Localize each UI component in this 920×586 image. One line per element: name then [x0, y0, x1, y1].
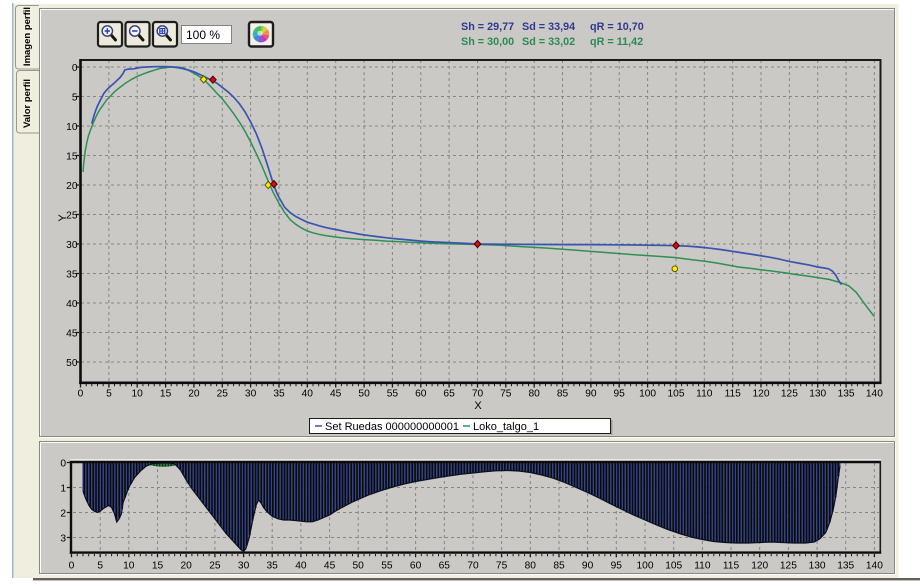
- svg-text:50: 50: [358, 389, 370, 400]
- svg-text:1: 1: [60, 483, 66, 494]
- svg-text:110: 110: [696, 389, 713, 400]
- svg-text:0: 0: [60, 458, 66, 469]
- svg-text:85: 85: [557, 389, 569, 400]
- svg-text:0: 0: [72, 63, 78, 74]
- svg-text:100: 100: [639, 389, 656, 400]
- svg-text:35: 35: [273, 389, 285, 400]
- svg-text:10: 10: [66, 122, 78, 133]
- svg-text:115: 115: [723, 561, 740, 572]
- svg-text:5: 5: [97, 561, 103, 572]
- svg-text:70: 70: [467, 561, 479, 572]
- svg-text:135: 135: [837, 561, 854, 572]
- svg-text:0: 0: [78, 389, 84, 400]
- svg-text:10: 10: [123, 561, 135, 572]
- svg-text:125: 125: [781, 389, 798, 400]
- svg-text:45: 45: [66, 328, 78, 339]
- svg-text:115: 115: [725, 389, 742, 400]
- svg-text:90: 90: [585, 389, 597, 400]
- svg-text:120: 120: [751, 561, 768, 572]
- svg-text:135: 135: [838, 389, 855, 400]
- svg-text:Sh = 29,77Sd = 33,94qR = 10,70: Sh = 29,77Sd = 33,94qR = 10,70: [461, 21, 644, 33]
- svg-text:65: 65: [439, 561, 451, 572]
- svg-text:60: 60: [410, 561, 422, 572]
- svg-text:45: 45: [324, 561, 336, 572]
- svg-text:80: 80: [529, 389, 541, 400]
- svg-text:Sh = 30,00Sd = 33,02qR = 11,42: Sh = 30,00Sd = 33,02qR = 11,42: [461, 36, 643, 48]
- svg-text:X: X: [474, 400, 482, 412]
- svg-text:15: 15: [152, 561, 164, 572]
- svg-text:75: 75: [496, 561, 508, 572]
- svg-text:20: 20: [188, 389, 200, 400]
- svg-text:50: 50: [66, 358, 78, 369]
- svg-text:40: 40: [66, 299, 78, 310]
- svg-text:20: 20: [66, 181, 78, 192]
- svg-text:105: 105: [665, 561, 682, 572]
- svg-text:140: 140: [866, 389, 883, 400]
- svg-text:5: 5: [72, 92, 78, 103]
- svg-text:35: 35: [66, 269, 78, 280]
- svg-text:70: 70: [472, 389, 484, 400]
- svg-text:5: 5: [106, 389, 112, 400]
- svg-text:25: 25: [217, 389, 229, 400]
- svg-text:130: 130: [809, 561, 826, 572]
- svg-text:45: 45: [330, 389, 342, 400]
- svg-text:15: 15: [160, 389, 172, 400]
- svg-text:40: 40: [302, 389, 314, 400]
- svg-text:Loko_talgo_1: Loko_talgo_1: [473, 421, 539, 433]
- svg-text:95: 95: [611, 561, 623, 572]
- svg-text:3: 3: [60, 533, 66, 544]
- svg-text:40: 40: [295, 561, 307, 572]
- svg-text:20: 20: [181, 561, 193, 572]
- svg-text:105: 105: [668, 389, 685, 400]
- svg-text:50: 50: [353, 561, 365, 572]
- svg-text:Y: Y: [57, 214, 69, 222]
- svg-text:110: 110: [694, 561, 711, 572]
- svg-text:30: 30: [238, 561, 250, 572]
- svg-text:Set Ruedas 000000000001: Set Ruedas 000000000001: [325, 421, 459, 433]
- svg-text:80: 80: [525, 561, 537, 572]
- svg-text:100 %: 100 %: [186, 28, 220, 42]
- svg-text:95: 95: [614, 389, 626, 400]
- svg-text:65: 65: [443, 389, 455, 400]
- svg-text:125: 125: [780, 561, 797, 572]
- svg-text:55: 55: [387, 389, 399, 400]
- svg-text:10: 10: [132, 389, 144, 400]
- svg-text:35: 35: [267, 561, 279, 572]
- svg-text:85: 85: [553, 561, 565, 572]
- svg-text:Valor perfil: Valor perfil: [22, 79, 33, 128]
- svg-text:140: 140: [866, 561, 883, 572]
- svg-text:30: 30: [66, 240, 78, 251]
- svg-text:75: 75: [500, 389, 512, 400]
- svg-text:2: 2: [60, 508, 66, 519]
- svg-text:90: 90: [582, 561, 594, 572]
- svg-text:100: 100: [637, 561, 654, 572]
- svg-text:30: 30: [245, 389, 257, 400]
- svg-text:Imagen perfil: Imagen perfil: [22, 7, 33, 66]
- svg-text:0: 0: [69, 561, 75, 572]
- svg-text:25: 25: [209, 561, 221, 572]
- svg-text:15: 15: [66, 151, 78, 162]
- svg-text:130: 130: [809, 389, 826, 400]
- svg-text:60: 60: [415, 389, 427, 400]
- svg-text:120: 120: [753, 389, 770, 400]
- svg-text:55: 55: [381, 561, 393, 572]
